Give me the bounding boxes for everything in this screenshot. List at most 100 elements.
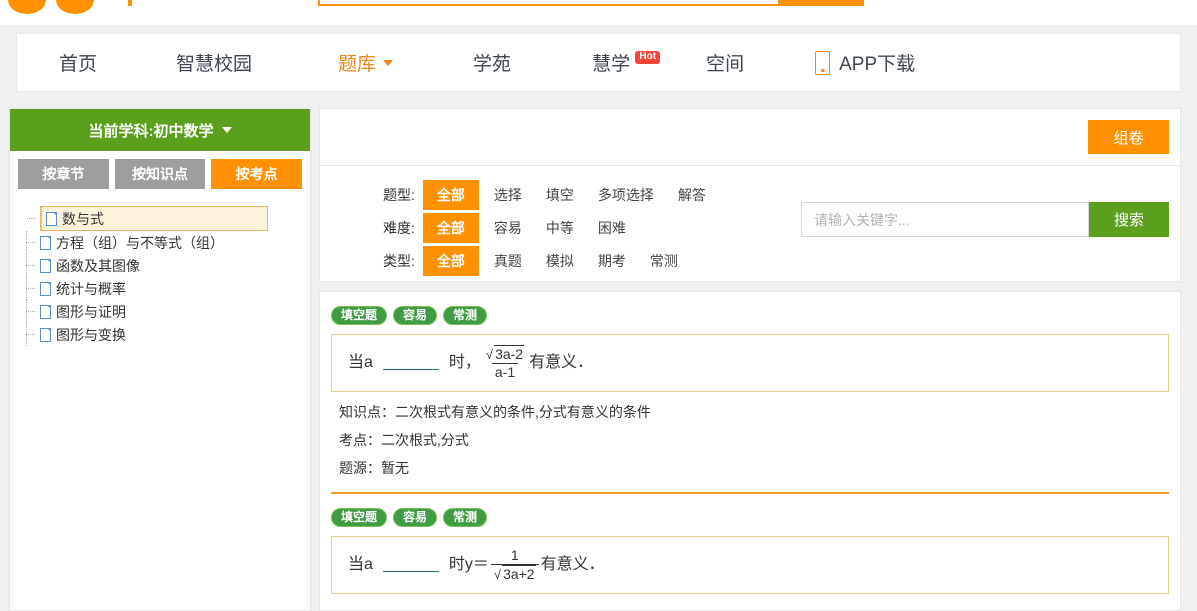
question-text: 当a 时y＝ 1 √ 3a+2 有意义． [348, 547, 605, 582]
sidebar-tab-2[interactable]: 按考点 [211, 159, 303, 189]
global-search-button[interactable] [778, 0, 864, 6]
radical-sign-icon: √ [485, 347, 494, 363]
filter-option[interactable]: 真题 [485, 247, 531, 275]
question-body[interactable]: 当a 时， √ 3a-2 a-1 有意义． [331, 334, 1169, 392]
question-text: 当a 时， √ 3a-2 a-1 有意义． [348, 345, 593, 380]
compose-paper-label: 组卷 [1113, 129, 1144, 147]
logo-dot-right [56, 0, 94, 14]
question-item: 填空题 容易 常测 当a 时y＝ 1 √ 3a+2 有意义． [331, 492, 1169, 594]
question-tags: 填空题 容易 常测 [331, 306, 1169, 325]
filter-option[interactable]: 模拟 [537, 247, 583, 275]
subject-selector[interactable]: 当前学科:初中数学 [10, 109, 310, 151]
answer-blank [382, 558, 439, 572]
question-tag: 填空题 [331, 508, 388, 527]
tree-branch-line [27, 218, 36, 219]
tree-item-label: 函数及其图像 [56, 257, 140, 274]
question-tag: 填空题 [331, 306, 388, 325]
tree-guide-line [41, 207, 42, 230]
question-prefix: 当a [348, 556, 373, 574]
question-tag: 容易 [393, 306, 438, 325]
math-radical: √ 3a+2 [493, 564, 536, 582]
question-tags: 填空题 容易 常测 [331, 508, 1169, 527]
tree-item[interactable]: 函数及其图像 [26, 254, 310, 277]
question-tag: 常测 [443, 306, 488, 325]
math-fraction: 1 √ 3a+2 [490, 547, 539, 583]
nav-space[interactable]: 空间 [698, 49, 752, 76]
question-meta-line: 题源：暂无 [339, 460, 409, 476]
search-button-label: 搜索 [1113, 212, 1144, 229]
sidebar-tab-0[interactable]: 按章节 [18, 159, 109, 189]
filter-label: 难度: [383, 219, 415, 236]
tree-item[interactable]: 图形与变换 [26, 323, 310, 346]
math-radical: √ 3a-2 [485, 345, 525, 363]
document-icon [40, 281, 51, 296]
main-content: 组卷 题型: 全部 选择 填空 多项选择 解答 难度: 全部 容易 中等 困难 类型: 全部 真题 模拟 期考… [319, 108, 1181, 611]
question-tag: 常测 [443, 508, 488, 527]
question-item: 填空题 容易 常测 当a 时， √ 3a-2 a-1 有意义． 知识点：二次根式有意义的条件,分式… [331, 306, 1169, 478]
radicand: 3a-2 [494, 345, 525, 363]
question-suffix: 有意义． [529, 354, 594, 372]
tree-item-label: 统计与概率 [56, 280, 126, 297]
compose-paper-button[interactable]: 组卷 [1088, 120, 1169, 154]
sidebar: 当前学科:初中数学 按章节 按知识点 按考点 数与式 方程（组）与不等式（组） 函数及其… [9, 108, 311, 611]
sidebar-tab-label: 按考点 [235, 166, 278, 182]
sidebar-tab-label: 按知识点 [132, 166, 188, 182]
nav-question-bank-label: 题库 [338, 54, 377, 75]
nav-huixue[interactable]: 慧学 Hot [584, 49, 661, 76]
tree-branch-line [26, 311, 35, 312]
tree-item[interactable]: 统计与概率 [26, 277, 310, 300]
filter-option[interactable]: 常测 [641, 247, 687, 275]
filter-option[interactable]: 多项选择 [589, 181, 663, 209]
hot-badge: Hot [635, 51, 661, 64]
filter-option[interactable]: 全部 [422, 179, 479, 210]
math-fraction: √ 3a-2 a-1 [483, 345, 527, 380]
question-middle: 时y＝ [448, 556, 489, 574]
question-tag: 容易 [393, 508, 438, 527]
filter-option[interactable]: 全部 [422, 245, 479, 276]
filter-option[interactable]: 填空 [537, 181, 583, 209]
question-meta-line: 考点：二次根式,分式 [339, 432, 469, 448]
radicand: 3a+2 [502, 564, 536, 582]
nav-smart-campus[interactable]: 智慧校园 [168, 49, 260, 76]
tree-item[interactable]: 数与式 [27, 206, 268, 231]
filter-option[interactable]: 全部 [422, 212, 479, 243]
search-input[interactable] [801, 202, 1089, 237]
tree-item-label: 图形与变换 [56, 326, 126, 343]
main-navigation: 首页 智慧校园 题库 学苑 慧学 Hot 空间 APP下载 [16, 33, 1181, 92]
nav-app-download[interactable]: APP下载 [807, 49, 923, 76]
fraction-numerator: √ 3a-2 [483, 345, 527, 363]
filter-row: 类型: 全部 真题 模拟 期考 常测 [320, 244, 1180, 277]
question-suffix: 有意义． [540, 556, 605, 574]
tree-item[interactable]: 图形与证明 [26, 300, 310, 323]
nav-academy-label: 学苑 [473, 54, 512, 75]
filter-option[interactable]: 期考 [589, 247, 635, 275]
fraction-denominator: √ 3a+2 [490, 563, 539, 583]
sidebar-tab-1[interactable]: 按知识点 [114, 159, 206, 189]
site-logo[interactable] [8, 0, 94, 14]
filter-option[interactable]: 中等 [537, 214, 583, 242]
search-box: 搜索 [801, 202, 1169, 237]
filter-option[interactable]: 容易 [485, 214, 531, 242]
nav-academy[interactable]: 学苑 [465, 49, 519, 76]
question-body[interactable]: 当a 时y＝ 1 √ 3a+2 有意义． [331, 536, 1169, 594]
nav-question-bank[interactable]: 题库 [330, 49, 401, 76]
tree-branch-line [26, 334, 35, 335]
filter-option[interactable]: 困难 [589, 214, 635, 242]
filter-option[interactable]: 解答 [669, 181, 715, 209]
category-tree: 数与式 方程（组）与不等式（组） 函数及其图像 统计与概率图形与证明图形与变换 [10, 198, 310, 346]
document-icon [40, 327, 51, 342]
fraction-numerator: 1 [510, 547, 519, 564]
action-bar: 组卷 [319, 108, 1181, 166]
nav-app-download-label: APP下载 [839, 54, 916, 75]
radical-sign-icon: √ [493, 566, 502, 582]
nav-huixue-label: 慧学 [592, 54, 631, 75]
nav-smart-campus-label: 智慧校园 [176, 54, 253, 75]
tree-branch-line [26, 242, 35, 243]
filter-option[interactable]: 选择 [485, 181, 531, 209]
question-middle: 时， [448, 354, 481, 372]
tree-item[interactable]: 方程（组）与不等式（组） [26, 231, 310, 254]
nav-space-label: 空间 [706, 54, 745, 75]
nav-home[interactable]: 首页 [51, 49, 105, 76]
search-button[interactable]: 搜索 [1089, 202, 1169, 237]
logo-dot-left [8, 0, 46, 14]
